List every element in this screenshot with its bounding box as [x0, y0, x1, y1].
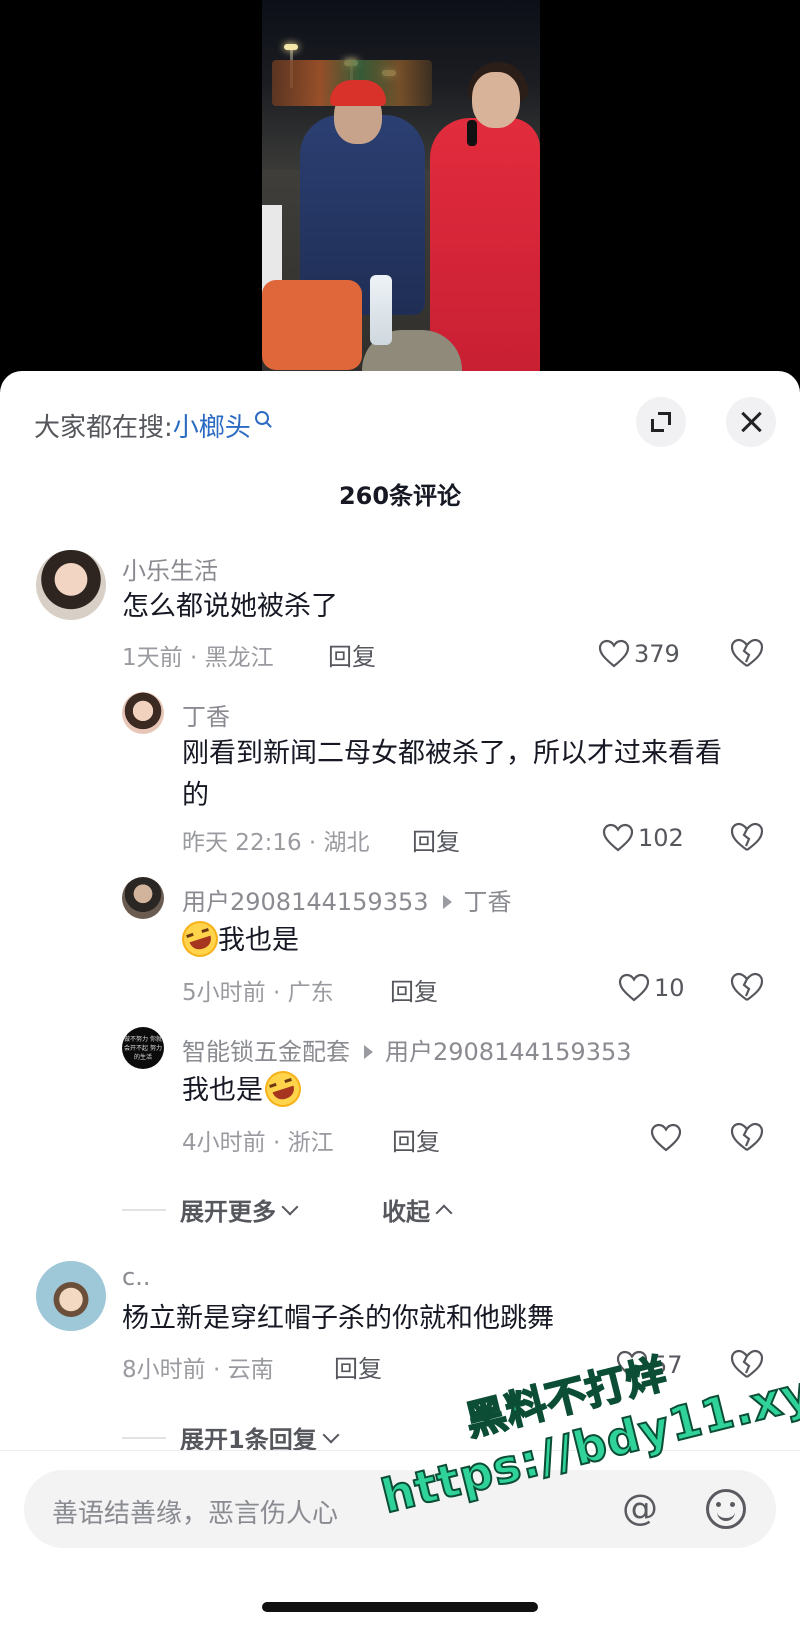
speaker: [262, 280, 362, 370]
collapse-button[interactable]: 收起: [382, 1192, 453, 1227]
trending-search-prefix: 大家都在搜:: [34, 412, 173, 443]
broken-heart-icon[interactable]: [730, 636, 764, 670]
comment-meta: 5小时前 · 广东: [182, 980, 334, 1006]
comment-text: 刚看到新闻二母女都被杀了，所以才过来看看的: [182, 738, 722, 811]
collapse-label: 收起: [382, 1198, 430, 1226]
comment-meta: 8小时前 · 云南: [122, 1357, 274, 1383]
laughing-emoji-icon: [260, 1065, 306, 1112]
comment-text: 怎么都说她被杀了: [122, 591, 338, 622]
laughing-emoji-icon: [177, 915, 223, 962]
like-count: 57: [652, 1351, 683, 1379]
broken-heart-icon[interactable]: [730, 1347, 764, 1381]
reply-button[interactable]: 回复: [412, 822, 460, 857]
reply-arrow-icon: [442, 895, 452, 909]
chevron-down-icon: [322, 1426, 340, 1443]
avatar-text: 做不努力 你就会开不起 努力的生活: [124, 1036, 162, 1061]
avatar[interactable]: [122, 692, 164, 734]
chevron-down-icon: [281, 1198, 299, 1215]
reply-to-username[interactable]: 丁香: [464, 888, 512, 916]
reply-button[interactable]: 回复: [328, 637, 376, 672]
heart-icon: [598, 639, 630, 668]
red-cap: [330, 80, 386, 106]
heart-icon: [650, 1123, 682, 1152]
microphone: [467, 120, 477, 146]
avatar[interactable]: 做不努力 你就会开不起 努力的生活: [122, 1027, 164, 1069]
like-button[interactable]: [650, 1118, 686, 1158]
comment-text: 我也是: [182, 1065, 742, 1112]
comment-text: 杨立新是穿红帽子杀的你就和他跳舞: [122, 1303, 554, 1334]
reply-button[interactable]: 回复: [392, 1122, 440, 1157]
like-button[interactable]: 102: [602, 818, 684, 858]
comment-username[interactable]: 丁香: [182, 697, 230, 732]
like-button[interactable]: 57: [616, 1345, 683, 1385]
trending-search-term[interactable]: 小榔头: [173, 407, 251, 444]
like-count: 102: [638, 824, 684, 852]
video-player[interactable]: [0, 0, 800, 380]
comment-meta: 1天前 · 黑龙江: [122, 645, 274, 671]
street-lamp: [284, 44, 298, 50]
comment-username[interactable]: c..: [122, 1263, 150, 1291]
chevron-up-icon: [435, 1204, 453, 1221]
avatar[interactable]: [36, 550, 106, 620]
comment-username[interactable]: 用户2908144159353: [182, 888, 429, 916]
expand-more-button[interactable]: 展开更多: [122, 1192, 299, 1227]
comment-meta: 昨天 22:16 · 湖北: [182, 830, 370, 856]
comment-meta: 4小时前 · 浙江: [182, 1130, 334, 1156]
emoji-icon[interactable]: [706, 1489, 746, 1529]
comment-username[interactable]: 小乐生活: [122, 551, 218, 586]
search-icon: [254, 411, 269, 425]
reply-button[interactable]: 回复: [390, 972, 438, 1007]
broken-heart-icon[interactable]: [730, 970, 764, 1004]
like-button[interactable]: 10: [618, 968, 685, 1008]
comment-text-body: 我也是: [182, 1075, 263, 1106]
like-button[interactable]: 379: [598, 634, 680, 674]
water-bottle: [370, 275, 392, 345]
heart-icon: [616, 1350, 648, 1379]
close-icon: [740, 411, 762, 433]
comment-text-body: 我也是: [218, 925, 299, 956]
heart-icon: [602, 823, 634, 852]
mention-icon[interactable]: @: [622, 1488, 658, 1529]
comment-username-row: 用户2908144159353 丁香: [182, 882, 512, 917]
video-frame: [262, 0, 540, 380]
divider: [122, 1436, 166, 1439]
reply-arrow-icon: [364, 1045, 373, 1059]
woman-head: [472, 72, 520, 128]
broken-heart-icon[interactable]: [730, 1120, 764, 1154]
like-count: 379: [634, 640, 680, 668]
reply-to-username[interactable]: 用户2908144159353: [385, 1038, 632, 1066]
home-indicator: [262, 1602, 538, 1612]
close-button[interactable]: [726, 397, 776, 447]
reply-button[interactable]: 回复: [334, 1349, 382, 1384]
comment-username-row: 智能锁五金配套 用户2908144159353: [182, 1032, 632, 1067]
expand-icon: [651, 412, 671, 432]
comment-text: 我也是: [177, 915, 742, 962]
avatar[interactable]: [36, 1261, 106, 1331]
expand-button[interactable]: [636, 397, 686, 447]
comment-input-placeholder: 善语结善缘，恶言伤人心: [52, 1499, 339, 1529]
comments-count-title: 260条评论: [338, 482, 462, 510]
divider: [122, 1208, 166, 1211]
avatar[interactable]: [122, 877, 164, 919]
heart-icon: [618, 973, 650, 1002]
broken-heart-icon[interactable]: [730, 820, 764, 854]
like-count: 10: [654, 974, 685, 1002]
trending-search[interactable]: 大家都在搜: 小榔头: [34, 405, 269, 445]
expand-more-label: 展开更多: [180, 1198, 276, 1226]
comment-username[interactable]: 智能锁五金配套: [182, 1038, 350, 1066]
